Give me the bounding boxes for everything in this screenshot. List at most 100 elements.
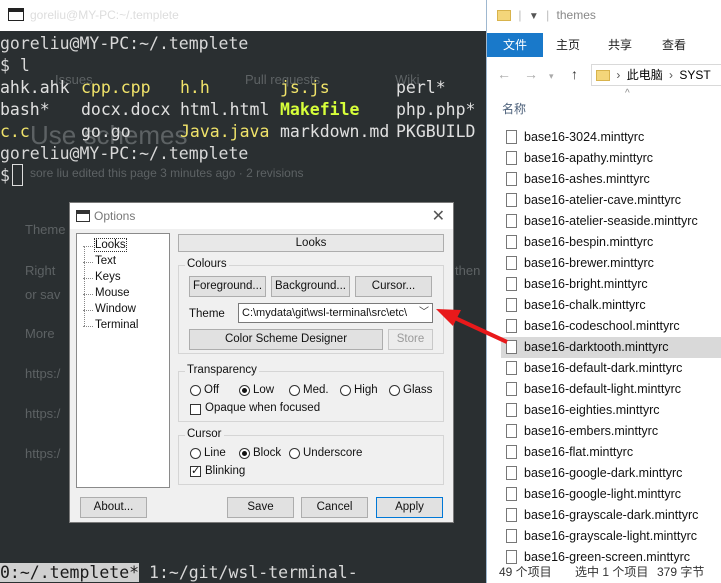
file-row[interactable]: base16-3024.minttyrc — [501, 127, 721, 148]
ribbon-tab-home[interactable]: 主页 — [543, 33, 593, 57]
transparency-med-radio[interactable] — [289, 385, 300, 396]
terminal-prompt-line: goreliu@MY-PC:~/.templete — [0, 33, 248, 55]
address-chevron-icon[interactable]: › — [616, 68, 620, 82]
address-chevron-icon[interactable]: › — [669, 68, 673, 82]
close-icon[interactable]: ✕ — [432, 206, 445, 226]
file-row[interactable]: base16-grayscale-light.minttyrc — [501, 526, 721, 547]
address-part[interactable]: SYST — [679, 68, 710, 82]
file-row[interactable]: base16-eighties.minttyrc — [501, 400, 721, 421]
cursor-line-radio[interactable] — [190, 448, 201, 459]
file-row[interactable]: base16-google-dark.minttyrc — [501, 463, 721, 484]
transparency-off-radio[interactable] — [190, 385, 201, 396]
opaque-when-focused-checkbox[interactable] — [190, 404, 201, 415]
ghost-https-2: https:/ — [25, 406, 61, 421]
file-entry: Makefile — [280, 100, 360, 119]
transparency-low-radio[interactable] — [239, 385, 250, 396]
cursor-underscore-label: Underscore — [303, 447, 363, 459]
address-bar[interactable]: › 此电脑 › SYST — [591, 64, 721, 86]
cursor-block-label: Block — [253, 447, 282, 459]
file-name: base16-grayscale-dark.minttyrc — [524, 508, 699, 522]
ghost-theme: Theme — [25, 222, 66, 237]
about-button[interactable]: About... — [80, 497, 147, 518]
apply-button[interactable]: Apply — [376, 497, 443, 518]
file-row[interactable]: base16-ashes.minttyrc — [501, 169, 721, 190]
file-row[interactable]: base16-darktooth.minttyrc — [501, 337, 721, 358]
transparency-med-label: Med. — [303, 384, 329, 396]
options-titlebar[interactable]: Options ✕ — [70, 203, 453, 229]
tree-item-text[interactable]: Text — [81, 255, 116, 267]
terminal-titlebar[interactable]: goreliu@MY-PC:~/.templete — [0, 0, 486, 31]
tree-item-keys[interactable]: Keys — [81, 271, 121, 283]
file-entry: js.js — [280, 78, 330, 97]
ghost-more: More — [25, 326, 55, 341]
file-row[interactable]: base16-embers.minttyrc — [501, 421, 721, 442]
file-name: base16-3024.minttyrc — [524, 130, 645, 144]
file-row[interactable]: base16-default-dark.minttyrc — [501, 358, 721, 379]
file-row[interactable]: base16-default-light.minttyrc — [501, 379, 721, 400]
transparency-high-radio[interactable] — [340, 385, 351, 396]
recent-dropdown-icon[interactable]: ▾ — [549, 71, 554, 82]
cancel-button[interactable]: Cancel — [301, 497, 368, 518]
file-row[interactable]: base16-brewer.minttyrc — [501, 253, 721, 274]
file-icon — [506, 256, 517, 270]
tree-item-looks[interactable]: Looks — [81, 238, 127, 252]
file-entry: Java.java — [180, 122, 270, 141]
background-button[interactable]: Background... — [271, 276, 350, 297]
file-row[interactable]: base16-flat.minttyrc — [501, 442, 721, 463]
options-category-tree[interactable]: Looks Text Keys Mouse Window Terminal — [76, 233, 170, 488]
blinking-label: Blinking — [205, 465, 246, 477]
transparency-off-label: Off — [204, 384, 220, 396]
tmux-window-2[interactable]: 1:~/git/wsl-terminal- — [139, 563, 358, 582]
cursor-block-radio[interactable] — [239, 448, 250, 459]
color-scheme-designer-button[interactable]: Color Scheme Designer — [189, 329, 383, 350]
chevron-down-icon[interactable]: ﹀ — [419, 304, 429, 322]
cursor-underscore-radio[interactable] — [289, 448, 300, 459]
back-arrow-icon[interactable]: ← — [497, 66, 511, 82]
file-row[interactable]: base16-google-light.minttyrc — [501, 484, 721, 505]
file-name: base16-codeschool.minttyrc — [524, 319, 680, 333]
ribbon-tab-file[interactable]: 文件 — [487, 33, 543, 57]
ribbon-tab-view[interactable]: 查看 — [648, 33, 700, 57]
file-name: base16-grayscale-light.minttyrc — [524, 529, 697, 543]
tmux-window-active[interactable]: 0:~/.templete* — [0, 563, 140, 582]
forward-arrow-icon[interactable]: → — [524, 66, 538, 82]
file-row[interactable]: base16-chalk.minttyrc — [501, 295, 721, 316]
file-row[interactable]: base16-apathy.minttyrc — [501, 148, 721, 169]
tree-item-terminal[interactable]: Terminal — [81, 319, 138, 331]
file-row[interactable]: base16-codeschool.minttyrc — [501, 316, 721, 337]
ghost-https-3: https:/ — [25, 446, 61, 461]
file-row[interactable]: base16-bright.minttyrc — [501, 274, 721, 295]
transparency-glass-radio[interactable] — [389, 385, 400, 396]
options-dialog[interactable]: Options ✕ Looks Text Keys Mouse Window T… — [69, 202, 454, 523]
theme-value: C:\mydata\git\wsl-terminal\src\etc\ — [242, 307, 408, 319]
cursor-group-label: Cursor — [185, 428, 224, 440]
tree-item-mouse[interactable]: Mouse — [81, 287, 130, 299]
column-header-name[interactable]: 名称 — [502, 100, 526, 117]
address-part[interactable]: 此电脑 — [627, 68, 663, 82]
theme-select[interactable]: C:\mydata\git\wsl-terminal\src\etc\ ﹀ — [238, 303, 433, 323]
terminal-command-line: $ l — [0, 56, 30, 75]
file-explorer-window[interactable]: | ▼ | themes 文件 主页 共享 查看 ← → ▾ ↑ › 此电脑 ›… — [486, 0, 721, 583]
cursor-colour-button[interactable]: Cursor... — [355, 276, 432, 297]
save-button[interactable]: Save — [227, 497, 294, 518]
file-icon — [506, 403, 517, 417]
file-name: base16-embers.minttyrc — [524, 424, 659, 438]
file-row[interactable]: base16-atelier-cave.minttyrc — [501, 190, 721, 211]
ribbon-tab-share[interactable]: 共享 — [595, 33, 645, 57]
file-row[interactable]: base16-bespin.minttyrc — [501, 232, 721, 253]
file-entry: html.html — [180, 100, 270, 119]
collapse-caret-icon[interactable]: ^ — [625, 88, 630, 99]
store-button[interactable]: Store — [388, 329, 433, 350]
blinking-checkbox[interactable] — [190, 464, 201, 477]
file-icon — [506, 235, 517, 249]
file-row[interactable]: base16-atelier-seaside.minttyrc — [501, 211, 721, 232]
file-icon — [506, 424, 517, 438]
quick-access-dropdown-icon[interactable]: ▼ — [529, 11, 539, 22]
tree-item-window[interactable]: Window — [81, 303, 136, 315]
up-arrow-icon[interactable]: ↑ — [571, 66, 578, 82]
explorer-titlebar[interactable]: | ▼ | themes — [497, 8, 596, 22]
terminal-prompt: $ — [0, 166, 10, 185]
file-row[interactable]: base16-grayscale-dark.minttyrc — [501, 505, 721, 526]
address-folder-icon — [596, 70, 610, 82]
foreground-button[interactable]: Foreground... — [189, 276, 266, 297]
